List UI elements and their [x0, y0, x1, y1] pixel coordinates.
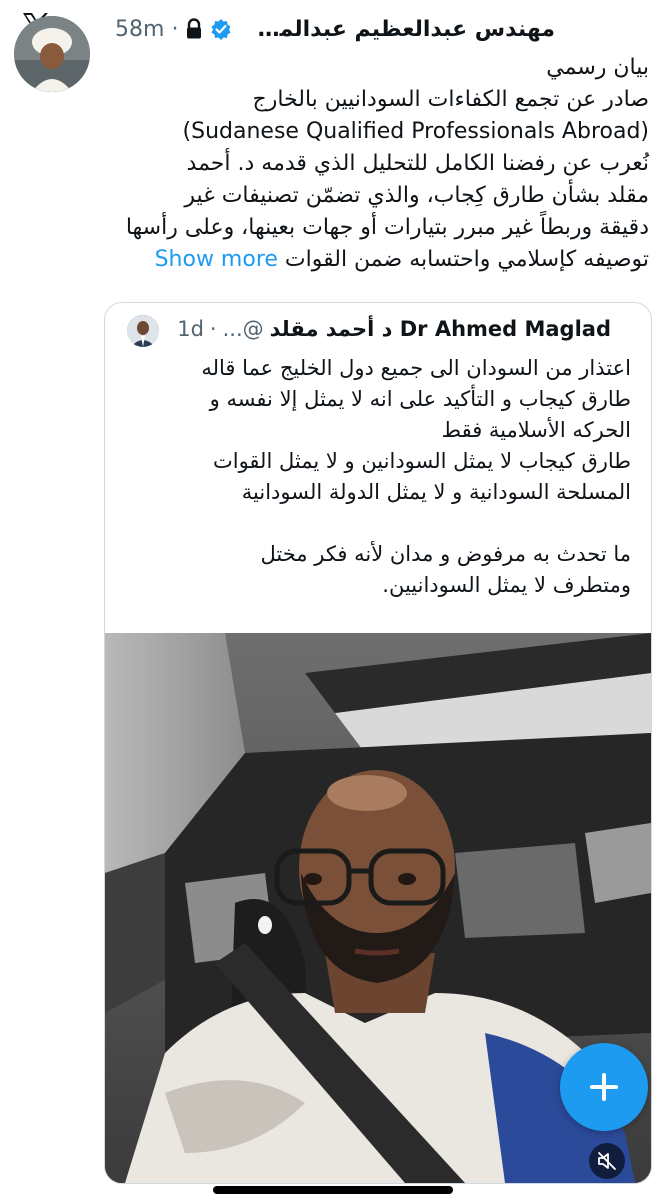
- quote-separator: ·: [209, 317, 217, 341]
- tweet-line: مقلد بشأن طارق كِجاب، والذي تضمّن تصنيفا…: [184, 183, 649, 208]
- tweet-line: (Sudanese Qualified Professionals Abroad…: [182, 119, 649, 144]
- tweet-header: مهندس عبدالعظيم عبدالمطلب... · 58m: [115, 14, 555, 44]
- quote-line: طارق كيجاب لا يمثل السودانين و لا يمثل ا…: [212, 449, 631, 473]
- tweet-line: توصيفه كإسلامي واحتسابه ضمن القوات: [284, 247, 649, 272]
- show-more-link[interactable]: Show more: [155, 247, 278, 272]
- quote-text: اعتذار من السودان الى جميع دول الخليج عم…: [131, 353, 631, 601]
- compose-button[interactable]: [560, 1043, 648, 1131]
- tweet-line: بيان رسمي: [546, 55, 649, 80]
- quote-line: [131, 508, 631, 539]
- home-indicator[interactable]: [213, 1186, 453, 1194]
- quote-header: Dr Ahmed Maglad د أحمد مقلد @... · 1d: [177, 317, 611, 341]
- quote-line: المسلحة السودانية و لا يمثل الدولة السود…: [241, 480, 631, 504]
- quote-line: طارق كيجاب و التأكيد على انه لا يمثل إلا…: [209, 387, 631, 411]
- tweet-line: صادر عن تجمع الكفاءات السودانيين بالخارج: [252, 87, 649, 112]
- quote-avatar: [127, 315, 159, 347]
- avatar[interactable]: [14, 16, 90, 92]
- quote-line: ومتطرف لا يمثل السودانيين.: [382, 573, 631, 597]
- verified-badge-icon: [210, 18, 232, 40]
- tweet-detail: مهندس عبدالعظيم عبدالمطلب... · 58m بيان …: [0, 0, 665, 1200]
- quote-line: اعتذار من السودان الى جميع دول الخليج عم…: [201, 356, 631, 380]
- timestamp[interactable]: 58m: [115, 17, 164, 42]
- quote-handle: @...: [222, 317, 264, 341]
- tweet-line: دقيقة وربطاً غير مبرر بتيارات أو جهات بع…: [125, 215, 649, 240]
- quote-timestamp: 1d: [177, 317, 204, 341]
- mute-button[interactable]: [589, 1143, 625, 1179]
- quote-line: الحركه الأسلامية فقط: [441, 418, 631, 442]
- quote-line: ما تحدث به مرفوض و مدان لأنه فكر مختل: [260, 542, 631, 566]
- tweet-line-last: توصيفه كإسلامي واحتسابه ضمن القوات Show …: [109, 244, 649, 276]
- author-name[interactable]: مهندس عبدالعظيم عبدالمطلب...: [239, 17, 555, 42]
- tweet-line: نُعرب عن رفضنا الكامل للتحليل الذي قدمه …: [186, 151, 649, 176]
- quote-author-name[interactable]: Dr Ahmed Maglad د أحمد مقلد: [270, 317, 611, 341]
- plus-icon: [590, 1073, 618, 1101]
- speaker-muted-icon: [598, 1152, 616, 1170]
- meta-separator: ·: [171, 16, 179, 42]
- tweet-text: بيان رسمي صادر عن تجمع الكفاءات السوداني…: [109, 52, 649, 276]
- quoted-tweet-card[interactable]: Dr Ahmed Maglad د أحمد مقلد @... · 1d اع…: [104, 302, 652, 1184]
- lock-icon: [185, 18, 203, 40]
